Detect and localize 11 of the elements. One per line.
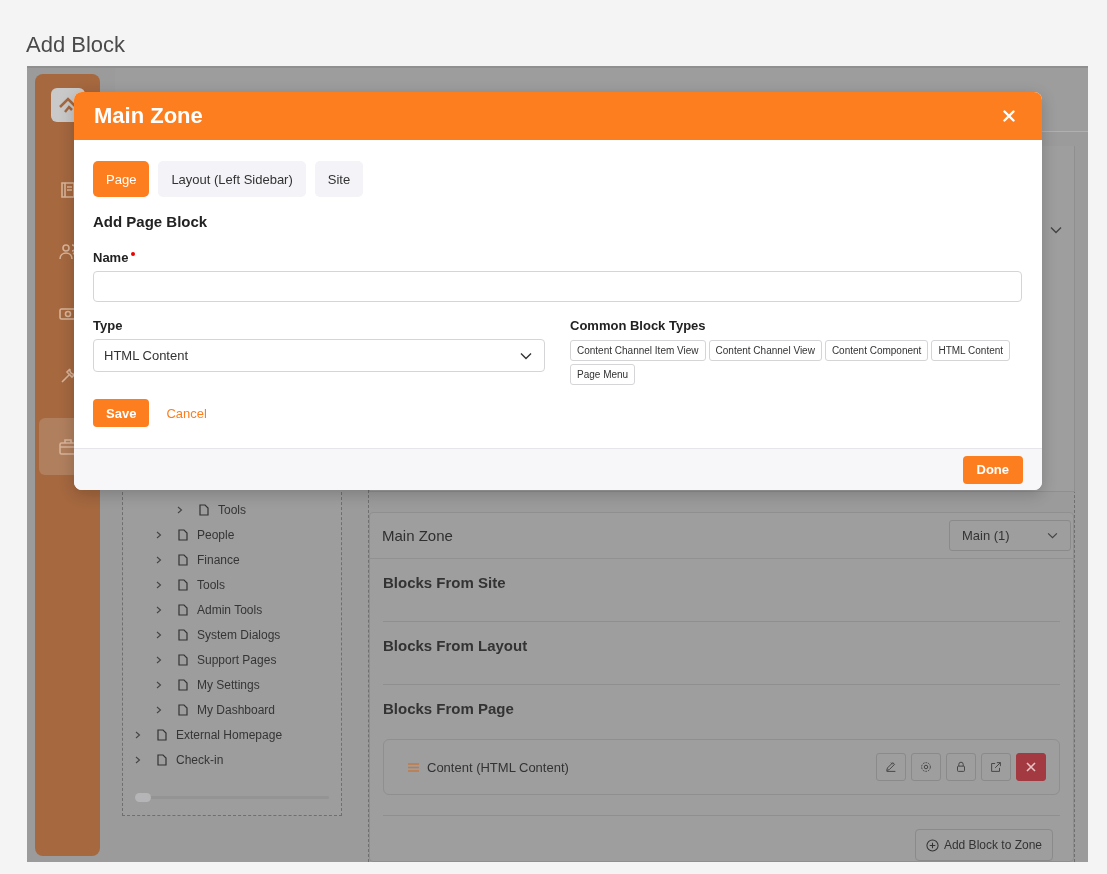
modal-title: Main Zone [94,103,203,129]
section-title: Blocks From Layout [383,637,529,656]
field-label: Type [93,318,124,333]
field-label: Name [93,250,129,265]
section-title: Blocks From Page [383,700,515,719]
zone-title: Main Zone [382,527,453,544]
block-name: Content (HTML Content) [427,759,570,775]
field-label: Common Block Types [570,318,707,333]
section-title: Blocks From Site [383,574,507,593]
page-title: Add Block [26,32,127,59]
form-heading: Add Page Block [93,213,209,230]
